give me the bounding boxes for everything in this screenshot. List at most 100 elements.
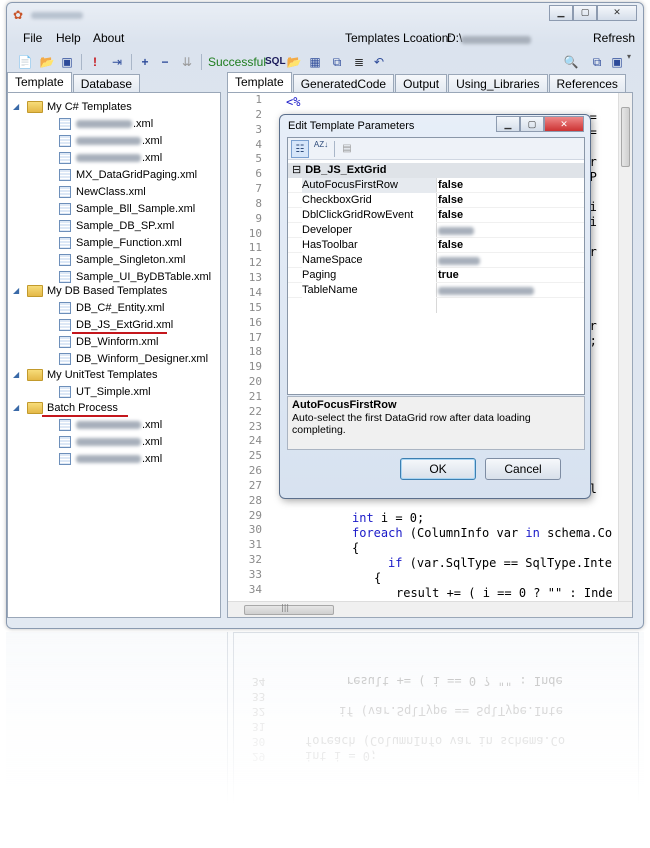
list-item[interactable]: .xml (59, 150, 162, 166)
new-file-icon[interactable]: 📄 (17, 54, 33, 70)
menu-help[interactable]: Help (56, 31, 81, 45)
remove-icon[interactable]: − (157, 54, 173, 70)
save-icon[interactable]: ▣ (59, 54, 75, 70)
tab-using-libraries[interactable]: Using_Libraries (448, 74, 548, 92)
line-number: 12 (248, 256, 262, 270)
expand-arrow-icon[interactable]: ◢ (13, 99, 27, 115)
restore-button[interactable]: ▢ (573, 5, 597, 21)
dialog-restore-button[interactable]: ▢ (520, 116, 544, 132)
scroll-thumb[interactable]: ||| (244, 603, 334, 615)
list-item[interactable]: DB_C#_Entity.xml (59, 300, 164, 316)
list-item[interactable]: .xml (59, 434, 162, 450)
list-item[interactable]: Sample_Bll_Sample.xml (59, 201, 195, 217)
line-number: 8 (255, 196, 262, 210)
list-item[interactable]: .xml (59, 451, 162, 467)
tree-group-batch-process[interactable]: ◢ Batch Process (13, 400, 118, 416)
property-value-blurred[interactable] (438, 227, 474, 235)
list-item[interactable]: Sample_Function.xml (59, 235, 182, 251)
table-icon[interactable]: ▦ (307, 54, 323, 70)
property-value[interactable]: false (438, 208, 463, 223)
menu-refresh[interactable]: Refresh (593, 31, 635, 45)
tab-template[interactable]: Template (7, 72, 72, 92)
horizontal-scrollbar[interactable]: ||| (228, 601, 632, 617)
tab-generated-code[interactable]: GeneratedCode (292, 74, 395, 92)
cancel-button[interactable]: Cancel (485, 458, 561, 480)
tree-group-my-unittest-templates[interactable]: ◢ My UnitTest Templates (13, 367, 157, 383)
property-pages-icon[interactable]: ▤ (338, 140, 356, 158)
property-row[interactable]: AutoFocusFirstRow false (288, 178, 584, 193)
list-item[interactable]: Sample_DB_SP.xml (59, 218, 174, 234)
property-name: NameSpace (302, 253, 436, 268)
tree-group-my-db-based-templates[interactable]: ◢ My DB Based Templates (13, 283, 167, 299)
property-row[interactable]: NameSpace (288, 253, 584, 268)
property-row[interactable]: DblClickGridRowEvent false (288, 208, 584, 223)
tab-output[interactable]: Output (395, 74, 448, 92)
folder-icon (27, 285, 43, 297)
vertical-scrollbar[interactable] (618, 93, 632, 601)
move-down-icon[interactable]: ⇊ (179, 54, 195, 70)
sql-button[interactable]: SQL (265, 56, 286, 67)
xml-file-icon (59, 302, 71, 314)
list-item[interactable]: DB_Winform.xml (59, 334, 159, 350)
property-value[interactable]: false (438, 193, 463, 208)
code-line: <% (286, 95, 301, 109)
undo-icon[interactable]: ↶ (371, 54, 387, 70)
list-item-selected[interactable]: DB_JS_ExtGrid.xml (59, 317, 173, 333)
property-row[interactable]: CheckboxGrid false (288, 193, 584, 208)
list-item[interactable]: .xml (59, 417, 162, 433)
property-row[interactable]: Paging true (288, 268, 584, 283)
list-icon[interactable]: ≣ (351, 54, 367, 70)
property-value[interactable]: false (438, 238, 463, 253)
list-item[interactable]: UT_Simple.xml (59, 384, 151, 400)
scroll-thumb[interactable] (621, 107, 630, 167)
property-value[interactable]: false (438, 178, 463, 193)
list-item[interactable]: .xml (59, 116, 153, 132)
expand-arrow-icon[interactable]: ◢ (13, 283, 27, 299)
tab-references[interactable]: References (548, 74, 626, 92)
menu-about[interactable]: About (93, 31, 124, 45)
search-icon[interactable]: 🔍 (563, 54, 579, 70)
property-row[interactable]: TableName (288, 283, 584, 298)
tab-database[interactable]: Database (72, 74, 141, 92)
list-item[interactable]: .xml (59, 133, 162, 149)
open-folder-icon[interactable]: 📂 (39, 54, 55, 70)
list-item[interactable]: Sample_Singleton.xml (59, 252, 185, 268)
step-icon[interactable]: ⇥ (109, 54, 125, 70)
property-name: Developer (302, 223, 436, 238)
run-icon[interactable]: ! (87, 54, 103, 70)
item-label: DB_JS_ExtGrid.xml (76, 319, 174, 331)
list-item[interactable]: DB_Winform_Designer.xml (59, 351, 208, 367)
ok-button[interactable]: OK (400, 458, 476, 480)
menu-file[interactable]: File (23, 31, 42, 45)
sort-alphabetical-icon[interactable]: AZ↓ (312, 140, 330, 158)
collapse-icon[interactable]: ⊟ (292, 164, 301, 176)
tab-template-editor[interactable]: Template (227, 72, 292, 92)
property-value-blurred[interactable] (438, 287, 534, 295)
save-as-icon[interactable]: ▣ (609, 54, 625, 70)
property-row[interactable]: HasToolbar false (288, 238, 584, 253)
overflow-chevron-icon[interactable]: ▾ (627, 52, 631, 61)
copy-all-icon[interactable]: ⧉ (589, 54, 605, 70)
minimize-button[interactable]: ▁ (549, 5, 573, 21)
item-label: DB_C#_Entity.xml (76, 302, 165, 314)
xml-file-icon (59, 319, 71, 331)
list-item[interactable]: MX_DataGridPaging.xml (59, 167, 197, 183)
line-number: 7 (255, 182, 262, 196)
categorized-view-icon[interactable]: ☷ (291, 140, 309, 158)
list-item[interactable]: NewClass.xml (59, 184, 146, 200)
xml-file-icon (59, 203, 71, 215)
copy-icon[interactable]: ⧉ (329, 54, 345, 70)
expand-arrow-icon[interactable]: ◢ (13, 367, 27, 383)
property-value[interactable]: true (438, 268, 459, 283)
dialog-close-button[interactable]: ✕ (544, 116, 584, 132)
tree-group-my-csharp-templates[interactable]: ◢ My C# Templates (13, 99, 132, 115)
item-label: DB_Winform.xml (76, 336, 159, 348)
open-sql-icon[interactable]: 📂 (286, 54, 302, 70)
add-icon[interactable]: + (137, 54, 153, 70)
property-value-blurred[interactable] (438, 257, 480, 265)
close-button[interactable]: ✕ (597, 5, 637, 21)
dialog-minimize-button[interactable]: ▁ (496, 116, 520, 132)
category-header[interactable]: ⊟ DB_JS_ExtGrid (288, 163, 584, 178)
property-row[interactable]: Developer (288, 223, 584, 238)
expand-arrow-icon[interactable]: ◢ (13, 400, 27, 416)
